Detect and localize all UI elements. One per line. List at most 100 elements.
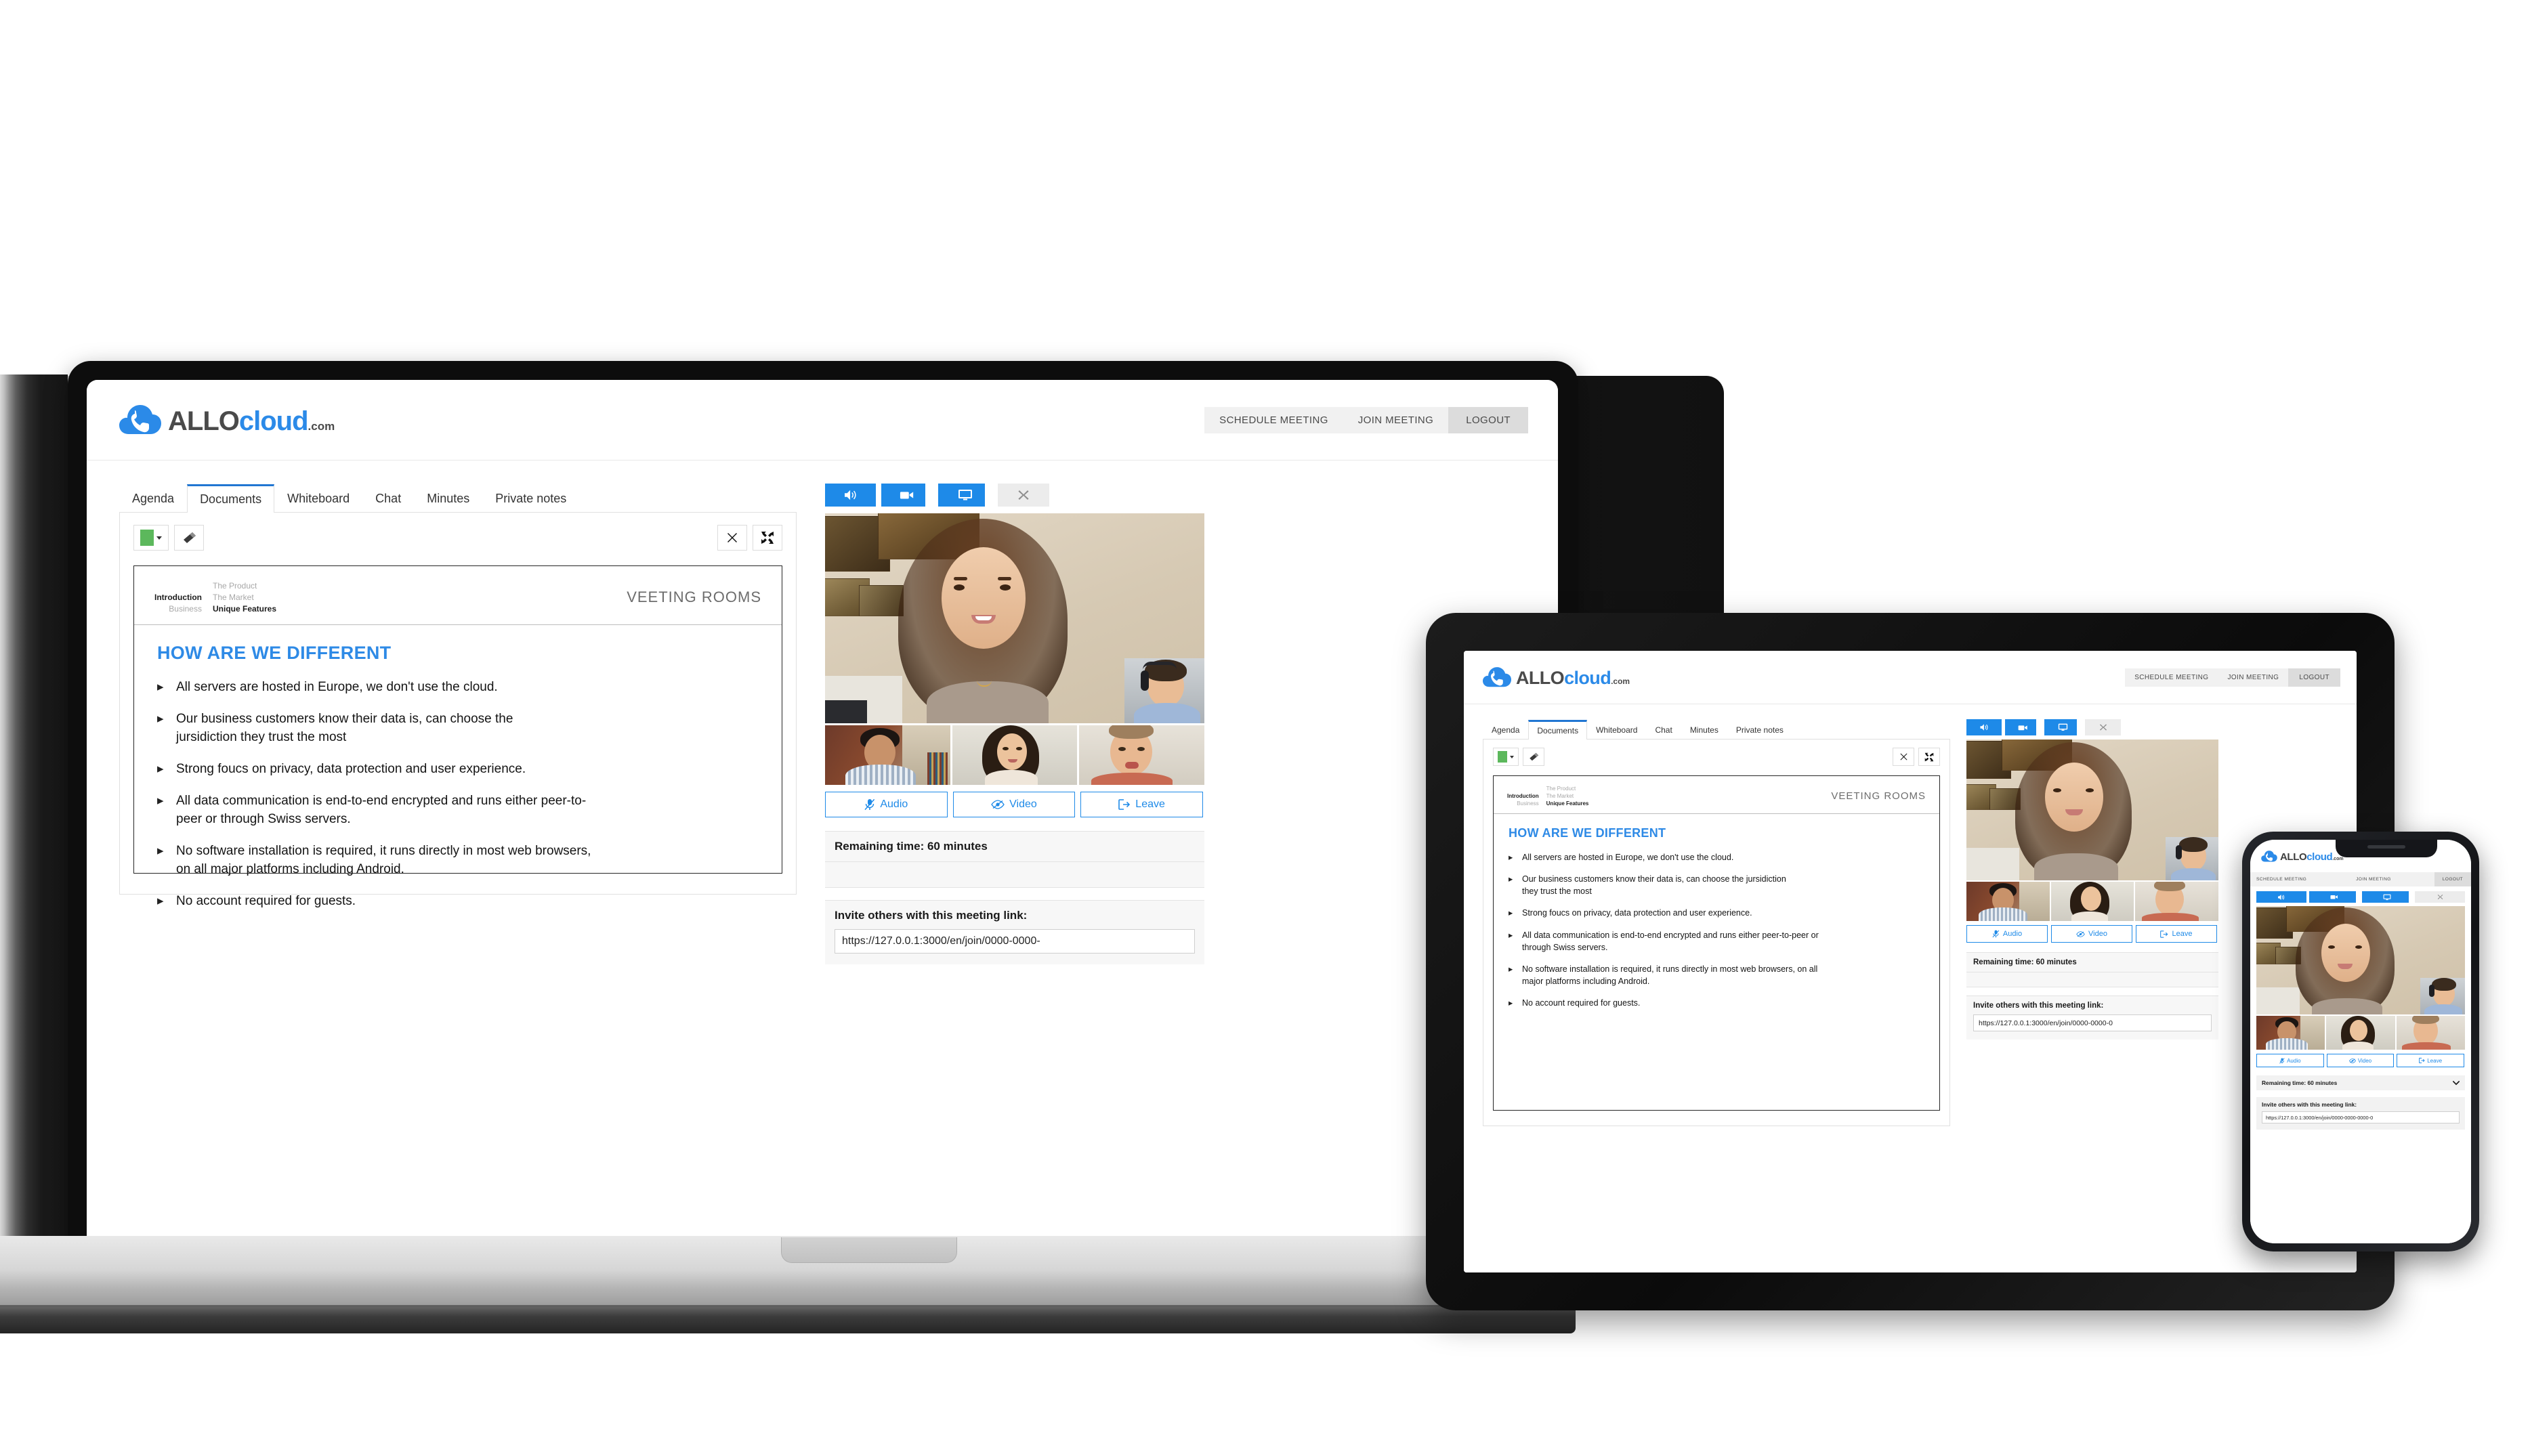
color-picker-button[interactable] — [133, 525, 169, 551]
logo[interactable]: ALLO cloud .com — [2261, 850, 2344, 863]
invite-link-input[interactable]: https://127.0.0.1:3000/en/join/0000-0000… — [2262, 1111, 2460, 1123]
video-toggle-button[interactable]: Video — [2326, 1054, 2395, 1067]
screen-share-split-indicator[interactable] — [985, 484, 992, 507]
bullet-glyph: ▸ — [1509, 853, 1513, 862]
close-video-button[interactable] — [2415, 891, 2465, 903]
nav-logout[interactable]: LOGOUT — [2434, 872, 2471, 886]
leave-button[interactable]: Leave — [1080, 792, 1203, 817]
video-button-label: Video — [2088, 930, 2107, 938]
tab-agenda[interactable]: Agenda — [1483, 721, 1528, 739]
video-toggle-button[interactable]: Video — [952, 792, 1076, 817]
nav-join-meeting[interactable]: JOIN MEETING — [2218, 668, 2288, 687]
exit-icon — [2419, 1058, 2425, 1063]
slide-bullet: ▸ No account required for guests. — [1509, 997, 1926, 1009]
screen-share-split-indicator[interactable] — [2077, 719, 2082, 735]
video-main-tile[interactable] — [2256, 906, 2465, 1014]
remaining-time-body — [1966, 972, 2218, 987]
close-document-button[interactable] — [1893, 748, 1914, 766]
close-video-button[interactable] — [998, 484, 1049, 507]
phone-device: ALLO cloud .com SCHEDULE MEETING JOIN ME… — [2242, 832, 2530, 1251]
camera-toggle-button[interactable] — [881, 484, 933, 507]
invite-link-input[interactable]: https://127.0.0.1:3000/en/join/0000-0000… — [835, 929, 1195, 954]
speaker-toggle-button[interactable] — [2256, 891, 2306, 903]
tab-private-notes[interactable]: Private notes — [482, 485, 579, 512]
leave-button[interactable]: Leave — [2397, 1054, 2464, 1067]
video-main-tile[interactable] — [1966, 740, 2218, 880]
camera-toggle-button[interactable] — [2309, 891, 2359, 903]
tab-minutes[interactable]: Minutes — [1681, 721, 1727, 739]
close-video-button[interactable] — [2085, 719, 2121, 735]
participant-woman-straight-hair[interactable] — [2050, 882, 2134, 921]
video-main-tile[interactable] — [825, 513, 1204, 723]
participant-woman-straight-hair[interactable] — [2326, 1016, 2395, 1050]
eraser-button[interactable] — [1523, 748, 1544, 766]
allocloud-cloud-phone-icon — [2261, 850, 2277, 861]
crumb-introduction: Introduction — [1507, 793, 1539, 799]
eraser-button[interactable] — [174, 525, 204, 551]
invite-panel: Invite others with this meeting link: ht… — [1966, 995, 2218, 1040]
tab-whiteboard[interactable]: Whiteboard — [1587, 721, 1646, 739]
fullscreen-button[interactable] — [1918, 748, 1940, 766]
color-picker-button[interactable] — [1493, 748, 1519, 766]
camera-split-indicator[interactable] — [2036, 719, 2041, 735]
nav-join-meeting[interactable]: JOIN MEETING — [2350, 872, 2397, 886]
screen-share-split-indicator[interactable] — [2409, 891, 2412, 903]
slide-viewer[interactable]: Introduction Business The Product The Ma… — [133, 565, 782, 908]
fullscreen-button[interactable] — [753, 525, 782, 551]
tab-agenda[interactable]: Agenda — [119, 485, 187, 512]
participant-man-light[interactable] — [2135, 882, 2218, 921]
logo[interactable]: ALLO cloud .com — [119, 403, 335, 437]
nav-schedule-meeting[interactable]: SCHEDULE MEETING — [2250, 872, 2313, 886]
camera-split-indicator[interactable] — [925, 484, 933, 507]
audio-toggle-button[interactable]: Audio — [2256, 1054, 2324, 1067]
screen-share-toggle-button[interactable] — [2044, 719, 2082, 735]
nav-join-meeting[interactable]: JOIN MEETING — [1343, 407, 1448, 433]
tab-chat[interactable]: Chat — [362, 485, 414, 512]
participant-headset-man[interactable] — [2166, 837, 2218, 880]
screen-share-toggle-button[interactable] — [2362, 891, 2412, 903]
participant-man-light[interactable] — [2396, 1016, 2465, 1050]
participant-headset-man[interactable] — [2420, 978, 2465, 1014]
close-document-button[interactable] — [717, 525, 747, 551]
invite-link-input[interactable]: https://127.0.0.1:3000/en/join/0000-0000… — [1973, 1014, 2212, 1031]
leave-button[interactable]: Leave — [2135, 925, 2217, 943]
participant-headset-man[interactable] — [1124, 658, 1204, 723]
nav-schedule-meeting[interactable]: SCHEDULE MEETING — [1204, 407, 1343, 433]
participant-man-bookshelf[interactable] — [825, 725, 950, 785]
camera-split-indicator[interactable] — [2356, 891, 2359, 903]
tab-chat[interactable]: Chat — [1646, 721, 1681, 739]
participant-woman-straight-hair[interactable] — [952, 725, 1078, 785]
participant-man-bookshelf[interactable] — [2256, 1016, 2325, 1050]
screen-share-toggle-button[interactable] — [938, 484, 992, 507]
nav-logout[interactable]: LOGOUT — [1448, 406, 1528, 433]
nav-logout[interactable]: LOGOUT — [2288, 668, 2340, 687]
slide-bullet: ▸ Strong foucs on privacy, data protecti… — [1509, 907, 1926, 919]
tab-documents[interactable]: Documents — [187, 484, 275, 513]
video-toggle-button[interactable]: Video — [2050, 925, 2132, 943]
audio-toggle-button[interactable]: Audio — [825, 792, 948, 817]
camera-icon — [900, 492, 914, 499]
tab-whiteboard[interactable]: Whiteboard — [274, 485, 362, 512]
slide-header: Introduction Business The Product The Ma… — [134, 566, 782, 625]
audio-toggle-button[interactable]: Audio — [1966, 925, 2048, 943]
slide-title: HOW ARE WE DIFFERENT — [157, 643, 392, 663]
video-button-label: Video — [1009, 798, 1037, 810]
speaker-icon — [2278, 894, 2285, 900]
participant-man-light[interactable] — [1079, 725, 1204, 785]
nav-schedule-meeting[interactable]: SCHEDULE MEETING — [2125, 668, 2218, 687]
remaining-time-panel[interactable]: Remaining time: 60 minutes — [825, 831, 1204, 862]
fullscreen-icon — [1924, 752, 1934, 761]
bullet-text: No software installation is required, it… — [176, 843, 591, 876]
logo[interactable]: ALLO cloud .com — [1483, 666, 1630, 689]
tab-minutes[interactable]: Minutes — [414, 485, 482, 512]
participant-man-bookshelf[interactable] — [1966, 882, 2050, 921]
speaker-toggle-button[interactable] — [1966, 719, 2002, 735]
speaker-toggle-button[interactable] — [825, 484, 876, 507]
tab-private-notes[interactable]: Private notes — [1727, 721, 1792, 739]
remaining-time-panel[interactable]: Remaining time: 60 minutes — [1966, 952, 2218, 972]
slide-viewer[interactable]: Introduction Business The Product The Ma… — [1493, 775, 1940, 1111]
color-swatch-green — [1498, 751, 1507, 763]
camera-toggle-button[interactable] — [2005, 719, 2041, 735]
tab-documents[interactable]: Documents — [1528, 720, 1588, 740]
remaining-time-panel[interactable]: Remaining time: 60 minutes — [2256, 1075, 2465, 1090]
